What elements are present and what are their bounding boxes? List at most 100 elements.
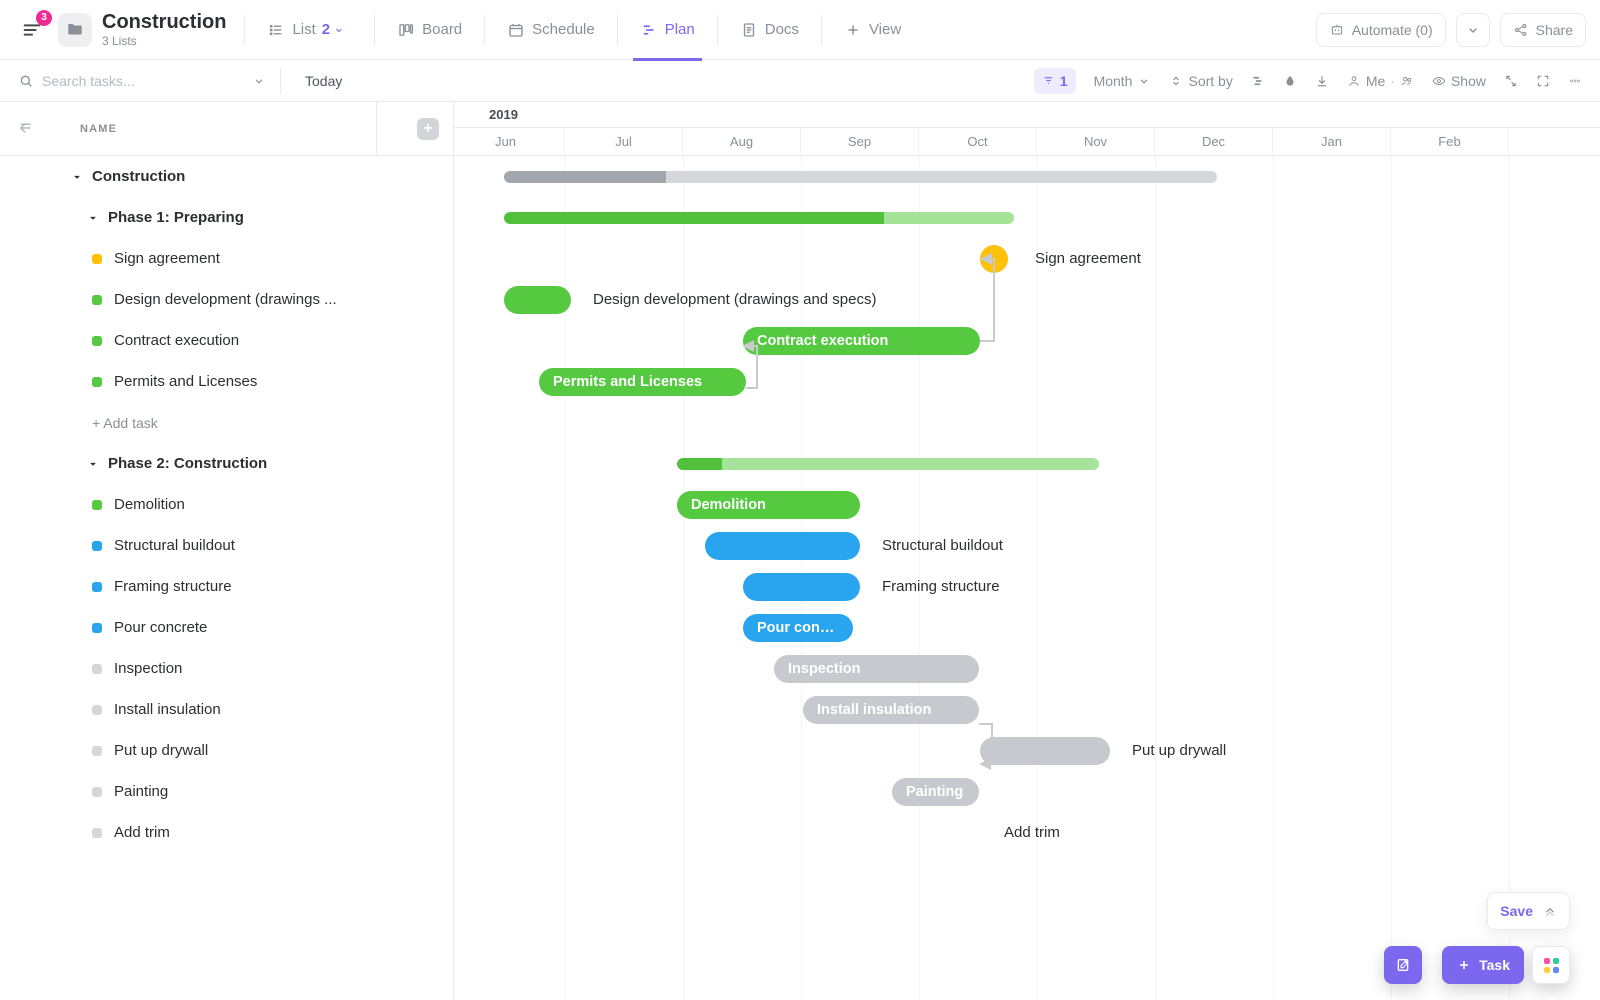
more-icon[interactable] bbox=[1568, 74, 1582, 88]
row-label: Put up drywall bbox=[114, 742, 208, 759]
today-button[interactable]: Today bbox=[281, 73, 366, 89]
row-label: Demolition bbox=[114, 496, 185, 513]
month-jul: Jul bbox=[565, 128, 683, 155]
row-label: + Add task bbox=[92, 415, 158, 431]
caret-down-icon bbox=[86, 457, 100, 471]
view-tab-plan[interactable]: Plan bbox=[636, 0, 699, 60]
row-label: Inspection bbox=[114, 660, 182, 677]
name-column-header: NAME bbox=[0, 102, 377, 155]
month-jun: Jun bbox=[454, 128, 565, 155]
status-swatch bbox=[92, 500, 102, 510]
status-swatch bbox=[92, 582, 102, 592]
new-task-button[interactable]: Task bbox=[1442, 946, 1524, 984]
row-label: Phase 1: Preparing bbox=[108, 209, 244, 226]
status-swatch bbox=[92, 377, 102, 387]
month-sep: Sep bbox=[801, 128, 919, 155]
notification-badge: 3 bbox=[36, 10, 52, 26]
row-label: Painting bbox=[114, 783, 168, 800]
row-label: Structural buildout bbox=[114, 537, 235, 554]
month-feb: Feb bbox=[1391, 128, 1509, 155]
timeline-style-icon[interactable] bbox=[1251, 74, 1265, 88]
task-row[interactable]: Sign agreement bbox=[0, 238, 453, 279]
view-tab-docs[interactable]: Docs bbox=[736, 0, 803, 60]
search-icon bbox=[18, 73, 34, 89]
download-icon[interactable] bbox=[1315, 74, 1329, 88]
color-icon[interactable] bbox=[1283, 74, 1297, 88]
status-swatch bbox=[92, 787, 102, 797]
task-row[interactable]: Pour concrete bbox=[0, 607, 453, 648]
row-label: Construction bbox=[92, 168, 185, 185]
task-row[interactable]: Framing structure bbox=[0, 566, 453, 607]
view-tab-schedule[interactable]: Schedule bbox=[503, 0, 599, 60]
row-label: Install insulation bbox=[114, 701, 221, 718]
app-header: 3 Construction 3 Lists List2 Board Schedul… bbox=[0, 0, 1600, 60]
status-swatch bbox=[92, 705, 102, 715]
show-button[interactable]: Show bbox=[1432, 73, 1486, 89]
status-swatch bbox=[92, 828, 102, 838]
automate-button[interactable]: Automate (0) bbox=[1316, 13, 1446, 47]
month-aug: Aug bbox=[683, 128, 801, 155]
status-swatch bbox=[92, 664, 102, 674]
quick-note-button[interactable] bbox=[1384, 946, 1422, 984]
row-label: Add trim bbox=[114, 824, 170, 841]
phase-row[interactable]: Phase 2: Construction bbox=[0, 443, 453, 484]
task-row[interactable]: Put up drywall bbox=[0, 730, 453, 771]
page-title: Construction 3 Lists bbox=[102, 11, 226, 48]
task-row[interactable]: Demolition bbox=[0, 484, 453, 525]
zoom-select[interactable]: Month bbox=[1094, 73, 1152, 89]
month-oct: Oct bbox=[919, 128, 1037, 155]
view-tab-list[interactable]: List2 bbox=[263, 0, 356, 60]
row-label: Framing structure bbox=[114, 578, 232, 595]
task-sidebar: NAME + Construction Phase 1: Preparing Sig… bbox=[0, 102, 454, 1000]
add-column-button[interactable]: + bbox=[417, 118, 439, 140]
row-label: Design development (drawings ... bbox=[114, 291, 337, 308]
fullscreen-icon[interactable] bbox=[1536, 74, 1550, 88]
search-container bbox=[0, 73, 280, 89]
month-nov: Nov bbox=[1037, 128, 1155, 155]
views-tabs: List2 Board Schedule Plan Docs View bbox=[263, 0, 905, 59]
toolbar: Today 1 Month Sort by Me · bbox=[0, 60, 1600, 102]
month-dec: Dec bbox=[1155, 128, 1273, 155]
view-tab-board[interactable]: Board bbox=[393, 0, 466, 60]
phase-row[interactable]: Phase 1: Preparing bbox=[0, 197, 453, 238]
status-swatch bbox=[92, 295, 102, 305]
group-row[interactable]: Construction bbox=[0, 156, 453, 197]
save-view-button[interactable]: Save bbox=[1487, 892, 1570, 930]
row-label: Sign agreement bbox=[114, 250, 220, 267]
status-swatch bbox=[92, 254, 102, 264]
row-label: Permits and Licenses bbox=[114, 373, 257, 390]
timeline-header: 2019 JunJulAugSepOctNovDecJanFeb bbox=[454, 102, 1600, 156]
share-button[interactable]: Share bbox=[1500, 13, 1586, 47]
filter-chip[interactable]: 1 bbox=[1034, 68, 1076, 94]
task-row[interactable]: Permits and Licenses bbox=[0, 361, 453, 402]
add-task-button[interactable]: + Add task bbox=[0, 402, 453, 443]
status-swatch bbox=[92, 336, 102, 346]
status-swatch bbox=[92, 541, 102, 551]
view-tab-view[interactable]: View bbox=[840, 0, 905, 60]
status-swatch bbox=[92, 623, 102, 633]
row-label: Pour concrete bbox=[114, 619, 207, 636]
hamburger-button[interactable]: 3 bbox=[14, 12, 50, 48]
task-row[interactable]: Contract execution bbox=[0, 320, 453, 361]
task-row[interactable]: Structural buildout bbox=[0, 525, 453, 566]
search-dropdown-icon[interactable] bbox=[252, 74, 266, 88]
row-label: Contract execution bbox=[114, 332, 239, 349]
collapse-fullwidth-icon[interactable] bbox=[1504, 74, 1518, 88]
apps-button[interactable] bbox=[1532, 946, 1570, 984]
folder-icon bbox=[58, 13, 92, 47]
row-label: Phase 2: Construction bbox=[108, 455, 267, 472]
status-swatch bbox=[92, 746, 102, 756]
dependencies-overlay bbox=[454, 156, 1600, 1000]
caret-down-icon bbox=[70, 170, 84, 184]
task-row[interactable]: Design development (drawings ... bbox=[0, 279, 453, 320]
task-row[interactable]: Add trim bbox=[0, 812, 453, 853]
gantt-chart[interactable]: 2019 JunJulAugSepOctNovDecJanFeb Sign ag… bbox=[454, 102, 1600, 1000]
automate-dropdown[interactable] bbox=[1456, 13, 1490, 47]
task-row[interactable]: Painting bbox=[0, 771, 453, 812]
search-input[interactable] bbox=[42, 73, 252, 89]
sortby-button[interactable]: Sort by bbox=[1169, 73, 1232, 89]
task-row[interactable]: Install insulation bbox=[0, 689, 453, 730]
me-filter[interactable]: Me · bbox=[1347, 73, 1414, 89]
task-row[interactable]: Inspection bbox=[0, 648, 453, 689]
caret-down-icon bbox=[86, 211, 100, 225]
